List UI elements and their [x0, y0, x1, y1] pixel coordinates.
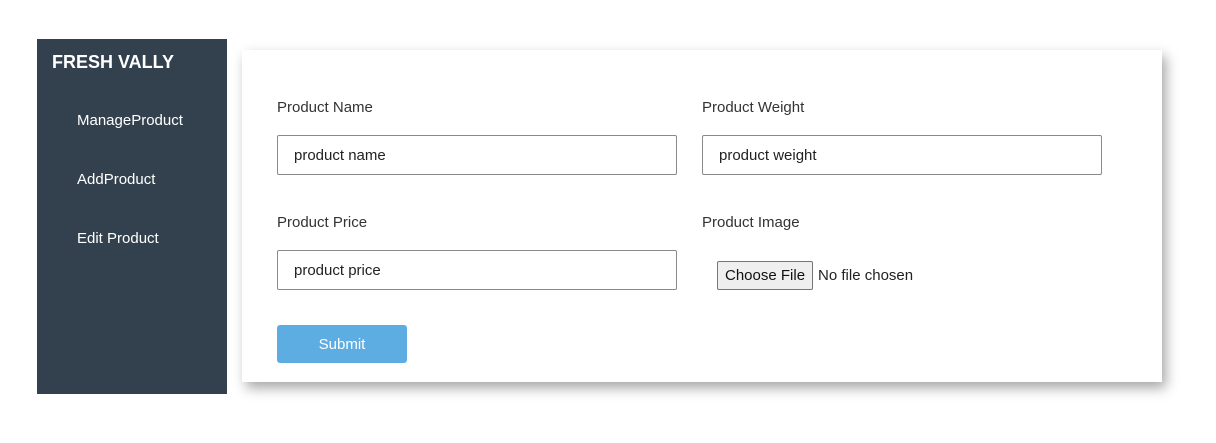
sidebar-item-manage-product[interactable]: ManageProduct [77, 112, 183, 129]
sidebar-item-add-product[interactable]: AddProduct [77, 171, 155, 188]
product-weight-input[interactable] [702, 135, 1102, 175]
product-weight-label: Product Weight [702, 99, 805, 116]
choose-file-button[interactable]: Choose File [717, 261, 814, 290]
product-price-label: Product Price [277, 214, 368, 231]
product-image-file-input: Choose File No file chosen [717, 261, 913, 290]
file-status-text: No file chosen [818, 267, 914, 284]
product-name-label: Product Name [277, 99, 373, 116]
sidebar-item-edit-product[interactable]: Edit Product [77, 230, 159, 247]
brand-title: FRESH VALLY [52, 52, 175, 72]
submit-button[interactable]: Submit [277, 325, 407, 363]
product-form-card: Product Name Product Weight Product Pric… [242, 50, 1162, 382]
product-image-label: Product Image [702, 214, 800, 231]
sidebar: FRESH VALLY ManageProduct AddProduct Edi… [37, 39, 227, 394]
product-price-input[interactable] [277, 250, 677, 290]
product-name-input[interactable] [277, 135, 677, 175]
